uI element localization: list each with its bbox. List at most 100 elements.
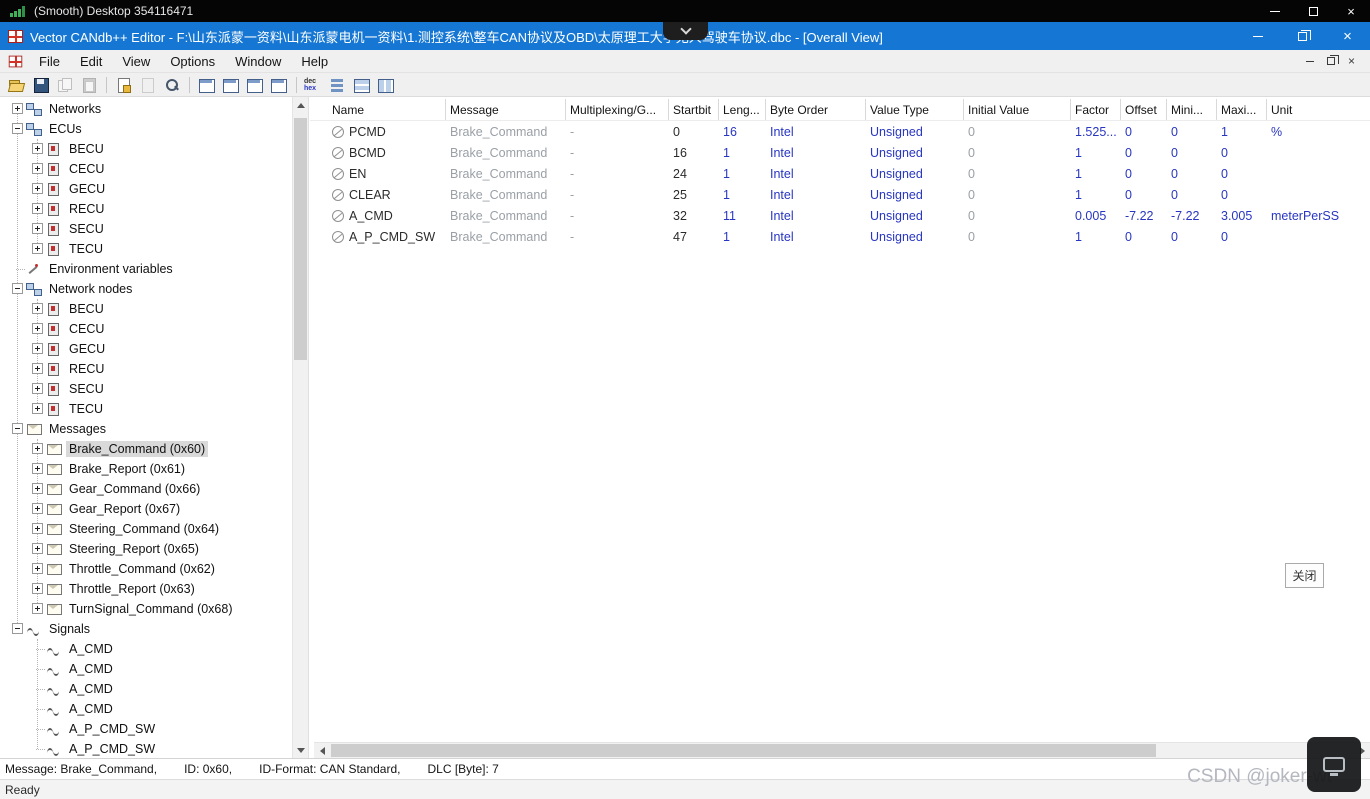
tree-item[interactable]: Steering_Command (0x64)	[0, 519, 292, 539]
scroll-down-button[interactable]	[293, 742, 308, 758]
remote-toolbar-pull-tab[interactable]	[663, 22, 708, 40]
tree-item[interactable]: Messages	[0, 419, 292, 439]
column-header-factor[interactable]: Factor	[1071, 99, 1121, 120]
expand-expander[interactable]	[32, 403, 43, 414]
tree-item[interactable]: CECU	[0, 319, 292, 339]
window-cascade-button[interactable]	[326, 74, 350, 95]
paste-button[interactable]	[77, 74, 101, 95]
expand-expander[interactable]	[32, 383, 43, 394]
tree-item[interactable]: TurnSignal_Command (0x68)	[0, 599, 292, 619]
app-close-button[interactable]: ×	[1325, 22, 1370, 50]
tree-item[interactable]: Network nodes	[0, 279, 292, 299]
scroll-up-button[interactable]	[293, 97, 308, 113]
table-row[interactable]: EN Brake_Command - 24 1 Intel Unsigned 0 1 0 0 0	[310, 163, 1370, 184]
app-restore-button[interactable]	[1280, 22, 1325, 50]
remote-assist-widget[interactable]	[1307, 737, 1361, 792]
tree-item[interactable]: Throttle_Report (0x63)	[0, 579, 292, 599]
remote-maximize-button[interactable]	[1294, 0, 1332, 22]
tree-item[interactable]: A_CMD	[0, 659, 292, 679]
scrollbar-thumb[interactable]	[294, 118, 307, 360]
table-row[interactable]: A_CMD Brake_Command - 32 11 Intel Unsigned 0 0.0…	[310, 205, 1370, 226]
column-header-byte_order[interactable]: Byte Order	[766, 99, 866, 120]
window-tile-horizontal-button[interactable]	[350, 74, 374, 95]
expand-expander[interactable]	[32, 523, 43, 534]
tree-item[interactable]: RECU	[0, 199, 292, 219]
tree-item[interactable]: SECU	[0, 219, 292, 239]
expand-expander[interactable]	[32, 583, 43, 594]
edit-object-button[interactable]	[136, 74, 160, 95]
expand-expander[interactable]	[32, 443, 43, 454]
column-header-max[interactable]: Maxi...	[1217, 99, 1267, 120]
app-minimize-button[interactable]	[1235, 22, 1280, 50]
expand-expander[interactable]	[32, 343, 43, 354]
column-header-length[interactable]: Leng...	[719, 99, 766, 120]
save-button[interactable]	[29, 74, 53, 95]
column-header-initial_value[interactable]: Initial Value	[964, 99, 1071, 120]
mdi-minimize-button[interactable]	[1299, 53, 1320, 70]
tree-item[interactable]: GECU	[0, 179, 292, 199]
find-button[interactable]	[160, 74, 184, 95]
tree-item[interactable]: Gear_Report (0x67)	[0, 499, 292, 519]
tree-item[interactable]: A_P_CMD_SW	[0, 739, 292, 758]
tree-item[interactable]: Brake_Command (0x60)	[0, 439, 292, 459]
remote-minimize-button[interactable]	[1256, 0, 1294, 22]
view-signals-button[interactable]	[267, 74, 291, 95]
table-row[interactable]: BCMD Brake_Command - 16 1 Intel Unsigned 0 1 0 0 0	[310, 142, 1370, 163]
table-row[interactable]: A_P_CMD_SW Brake_Command - 47 1 Intel Unsigned…	[310, 226, 1370, 247]
tree-item[interactable]: A_P_CMD_SW	[0, 719, 292, 739]
tree-item[interactable]: SECU	[0, 379, 292, 399]
column-header-mux[interactable]: Multiplexing/G...	[566, 99, 669, 120]
tree-item[interactable]: TECU	[0, 239, 292, 259]
expand-expander[interactable]	[32, 483, 43, 494]
table-horizontal-scrollbar[interactable]	[314, 742, 1370, 758]
expand-expander[interactable]	[32, 183, 43, 194]
expand-expander[interactable]	[32, 303, 43, 314]
tree-item[interactable]: Steering_Report (0x65)	[0, 539, 292, 559]
expand-expander[interactable]	[32, 163, 43, 174]
column-header-name[interactable]: Name	[328, 99, 446, 120]
tree-item[interactable]: CECU	[0, 159, 292, 179]
expand-expander[interactable]	[12, 103, 23, 114]
tree-item[interactable]: Environment variables	[0, 259, 292, 279]
tree-item[interactable]: A_CMD	[0, 639, 292, 659]
expand-expander[interactable]	[32, 563, 43, 574]
column-header-min[interactable]: Mini...	[1167, 99, 1217, 120]
view-networks-button[interactable]	[195, 74, 219, 95]
tree-item[interactable]: ECUs	[0, 119, 292, 139]
scroll-left-button[interactable]	[314, 743, 330, 758]
tree-item[interactable]: Throttle_Command (0x62)	[0, 559, 292, 579]
collapse-expander[interactable]	[12, 623, 23, 634]
dec-hex-toggle-button[interactable]: dec hex	[302, 74, 326, 95]
expand-expander[interactable]	[32, 143, 43, 154]
menu-edit[interactable]: Edit	[70, 51, 112, 72]
view-messages-button[interactable]	[243, 74, 267, 95]
expand-expander[interactable]	[32, 243, 43, 254]
tree-item[interactable]: TECU	[0, 399, 292, 419]
menu-file[interactable]: File	[29, 51, 70, 72]
menu-help[interactable]: Help	[291, 51, 338, 72]
expand-expander[interactable]	[32, 543, 43, 554]
column-header-message[interactable]: Message	[446, 99, 566, 120]
expand-expander[interactable]	[32, 463, 43, 474]
scrollbar-thumb[interactable]	[331, 744, 1156, 757]
tree-item[interactable]: BECU	[0, 299, 292, 319]
tree-item[interactable]: RECU	[0, 359, 292, 379]
expand-expander[interactable]	[32, 203, 43, 214]
tree-item[interactable]: A_CMD	[0, 699, 292, 719]
close-floating-button[interactable]: 关闭	[1285, 563, 1324, 588]
collapse-expander[interactable]	[12, 123, 23, 134]
tree-item[interactable]: Brake_Report (0x61)	[0, 459, 292, 479]
open-button[interactable]	[5, 74, 29, 95]
expand-expander[interactable]	[32, 223, 43, 234]
expand-expander[interactable]	[32, 323, 43, 334]
expand-expander[interactable]	[32, 603, 43, 614]
column-header-offset[interactable]: Offset	[1121, 99, 1167, 120]
collapse-expander[interactable]	[12, 283, 23, 294]
tree-item[interactable]: A_CMD	[0, 679, 292, 699]
mdi-restore-button[interactable]	[1320, 53, 1341, 70]
tree-item[interactable]: BECU	[0, 139, 292, 159]
table-row[interactable]: PCMD Brake_Command - 0 16 Intel Unsigned 0 1.525…	[310, 121, 1370, 142]
table-row[interactable]: CLEAR Brake_Command - 25 1 Intel Unsigned 0 1 0 0 0	[310, 184, 1370, 205]
menu-window[interactable]: Window	[225, 51, 291, 72]
collapse-expander[interactable]	[12, 423, 23, 434]
